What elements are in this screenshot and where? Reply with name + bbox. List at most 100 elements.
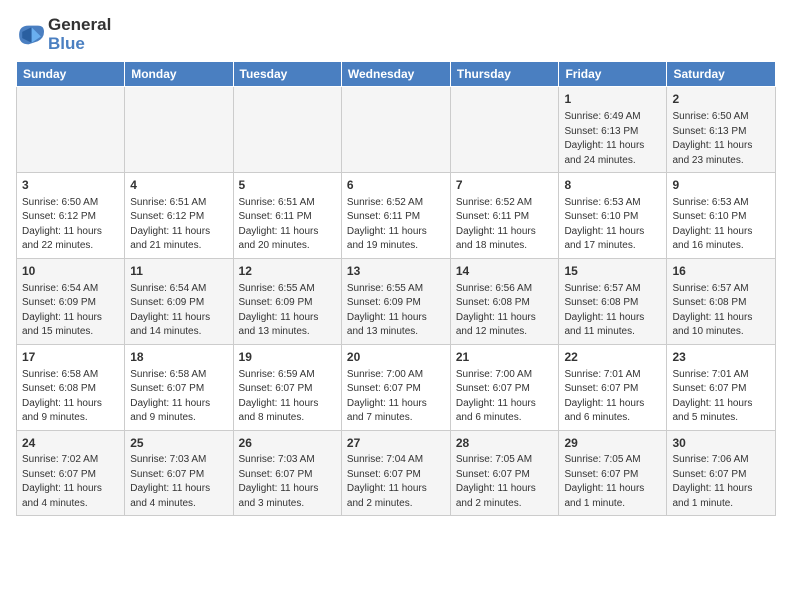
calendar-day-cell: 6 Sunrise: 6:52 AM Sunset: 6:11 PM Daylig… [341,173,450,259]
calendar-day-cell: 4 Sunrise: 6:51 AM Sunset: 6:12 PM Daylig… [125,173,233,259]
calendar-day-cell [341,87,450,173]
day-number: 2 [672,91,770,108]
day-number: 1 [564,91,661,108]
logo-text: General Blue [48,16,111,53]
day-number: 16 [672,263,770,280]
day-number: 9 [672,177,770,194]
day-number: 4 [130,177,227,194]
calendar-week-row: 3 Sunrise: 6:50 AM Sunset: 6:12 PM Daylig… [17,173,776,259]
day-info: Sunrise: 6:58 AM Sunset: 6:07 PM Dayligh… [130,368,227,426]
day-number: 26 [239,435,336,452]
day-number: 25 [130,435,227,452]
calendar-day-cell: 7 Sunrise: 6:52 AM Sunset: 6:11 PM Daylig… [450,173,559,259]
day-number: 17 [22,349,119,366]
day-info: Sunrise: 7:00 AM Sunset: 6:07 PM Dayligh… [456,368,554,426]
day-info: Sunrise: 7:01 AM Sunset: 6:07 PM Dayligh… [672,368,770,426]
calendar-day-cell: 27Sunrise: 7:04 AM Sunset: 6:07 PM Dayli… [341,430,450,516]
day-info: Sunrise: 6:57 AM Sunset: 6:08 PM Dayligh… [564,282,661,340]
day-number: 30 [672,435,770,452]
page-header: General Blue [16,16,776,53]
day-number: 20 [347,349,445,366]
day-info: Sunrise: 6:50 AM Sunset: 6:13 PM Dayligh… [672,110,770,168]
day-info: Sunrise: 7:04 AM Sunset: 6:07 PM Dayligh… [347,453,445,511]
day-info: Sunrise: 7:00 AM Sunset: 6:07 PM Dayligh… [347,368,445,426]
day-info: Sunrise: 6:55 AM Sunset: 6:09 PM Dayligh… [347,282,445,340]
calendar-day-cell: 1 Sunrise: 6:49 AM Sunset: 6:13 PM Daylig… [559,87,667,173]
day-info: Sunrise: 7:05 AM Sunset: 6:07 PM Dayligh… [564,453,661,511]
day-info: Sunrise: 6:53 AM Sunset: 6:10 PM Dayligh… [672,196,770,254]
day-number: 14 [456,263,554,280]
day-info: Sunrise: 6:54 AM Sunset: 6:09 PM Dayligh… [22,282,119,340]
calendar-day-cell: 16 Sunrise: 6:57 AM Sunset: 6:08 PM Dayli… [667,258,776,344]
day-number: 5 [239,177,336,194]
calendar-day-cell: 25Sunrise: 7:03 AM Sunset: 6:07 PM Dayli… [125,430,233,516]
calendar-day-cell: 5 Sunrise: 6:51 AM Sunset: 6:11 PM Daylig… [233,173,341,259]
calendar-day-cell: 23Sunrise: 7:01 AM Sunset: 6:07 PM Dayli… [667,344,776,430]
calendar-day-cell: 11 Sunrise: 6:54 AM Sunset: 6:09 PM Dayli… [125,258,233,344]
day-number: 3 [22,177,119,194]
calendar-day-cell [233,87,341,173]
day-info: Sunrise: 7:01 AM Sunset: 6:07 PM Dayligh… [564,368,661,426]
day-info: Sunrise: 6:51 AM Sunset: 6:12 PM Dayligh… [130,196,227,254]
day-number: 21 [456,349,554,366]
calendar-day-cell: 9 Sunrise: 6:53 AM Sunset: 6:10 PM Daylig… [667,173,776,259]
calendar-day-cell: 30Sunrise: 7:06 AM Sunset: 6:07 PM Dayli… [667,430,776,516]
calendar-week-row: 1 Sunrise: 6:49 AM Sunset: 6:13 PM Daylig… [17,87,776,173]
day-info: Sunrise: 6:50 AM Sunset: 6:12 PM Dayligh… [22,196,119,254]
calendar-day-cell: 24Sunrise: 7:02 AM Sunset: 6:07 PM Dayli… [17,430,125,516]
logo: General Blue [16,16,111,53]
day-info: Sunrise: 7:03 AM Sunset: 6:07 PM Dayligh… [239,453,336,511]
weekday-header: Thursday [450,62,559,87]
day-info: Sunrise: 6:49 AM Sunset: 6:13 PM Dayligh… [564,110,661,168]
day-info: Sunrise: 6:56 AM Sunset: 6:08 PM Dayligh… [456,282,554,340]
weekday-header: Friday [559,62,667,87]
day-info: Sunrise: 6:55 AM Sunset: 6:09 PM Dayligh… [239,282,336,340]
calendar-day-cell: 28Sunrise: 7:05 AM Sunset: 6:07 PM Dayli… [450,430,559,516]
day-number: 29 [564,435,661,452]
weekday-header: Saturday [667,62,776,87]
day-info: Sunrise: 6:52 AM Sunset: 6:11 PM Dayligh… [456,196,554,254]
weekday-header: Wednesday [341,62,450,87]
day-info: Sunrise: 7:02 AM Sunset: 6:07 PM Dayligh… [22,453,119,511]
calendar-week-row: 10Sunrise: 6:54 AM Sunset: 6:09 PM Dayli… [17,258,776,344]
weekday-header: Tuesday [233,62,341,87]
calendar-day-cell: 15 Sunrise: 6:57 AM Sunset: 6:08 PM Dayli… [559,258,667,344]
calendar-day-cell: 13 Sunrise: 6:55 AM Sunset: 6:09 PM Dayli… [341,258,450,344]
calendar-week-row: 24Sunrise: 7:02 AM Sunset: 6:07 PM Dayli… [17,430,776,516]
calendar-day-cell: 29Sunrise: 7:05 AM Sunset: 6:07 PM Dayli… [559,430,667,516]
day-number: 18 [130,349,227,366]
day-number: 28 [456,435,554,452]
calendar-day-cell: 18 Sunrise: 6:58 AM Sunset: 6:07 PM Dayli… [125,344,233,430]
calendar-day-cell: 10Sunrise: 6:54 AM Sunset: 6:09 PM Dayli… [17,258,125,344]
calendar-day-cell: 3 Sunrise: 6:50 AM Sunset: 6:12 PM Daylig… [17,173,125,259]
day-number: 22 [564,349,661,366]
day-info: Sunrise: 6:52 AM Sunset: 6:11 PM Dayligh… [347,196,445,254]
calendar-day-cell: 19Sunrise: 6:59 AM Sunset: 6:07 PM Dayli… [233,344,341,430]
calendar-day-cell: 2 Sunrise: 6:50 AM Sunset: 6:13 PM Daylig… [667,87,776,173]
day-info: Sunrise: 6:57 AM Sunset: 6:08 PM Dayligh… [672,282,770,340]
day-info: Sunrise: 6:59 AM Sunset: 6:07 PM Dayligh… [239,368,336,426]
day-number: 15 [564,263,661,280]
day-number: 6 [347,177,445,194]
calendar-day-cell [17,87,125,173]
calendar-day-cell: 14 Sunrise: 6:56 AM Sunset: 6:08 PM Dayli… [450,258,559,344]
calendar-day-cell: 8Sunrise: 6:53 AM Sunset: 6:10 PM Daylig… [559,173,667,259]
calendar-day-cell [125,87,233,173]
day-number: 13 [347,263,445,280]
weekday-header: Monday [125,62,233,87]
day-info: Sunrise: 7:05 AM Sunset: 6:07 PM Dayligh… [456,453,554,511]
day-info: Sunrise: 7:06 AM Sunset: 6:07 PM Dayligh… [672,453,770,511]
day-number: 11 [130,263,227,280]
day-number: 7 [456,177,554,194]
calendar-table: SundayMondayTuesdayWednesdayThursdayFrid… [16,61,776,516]
weekday-header: Sunday [17,62,125,87]
day-number: 8 [564,177,661,194]
day-info: Sunrise: 7:03 AM Sunset: 6:07 PM Dayligh… [130,453,227,511]
day-info: Sunrise: 6:58 AM Sunset: 6:08 PM Dayligh… [22,368,119,426]
calendar-day-cell: 17 Sunrise: 6:58 AM Sunset: 6:08 PM Dayli… [17,344,125,430]
day-info: Sunrise: 6:54 AM Sunset: 6:09 PM Dayligh… [130,282,227,340]
day-info: Sunrise: 6:51 AM Sunset: 6:11 PM Dayligh… [239,196,336,254]
day-number: 12 [239,263,336,280]
weekday-header-row: SundayMondayTuesdayWednesdayThursdayFrid… [17,62,776,87]
day-number: 24 [22,435,119,452]
